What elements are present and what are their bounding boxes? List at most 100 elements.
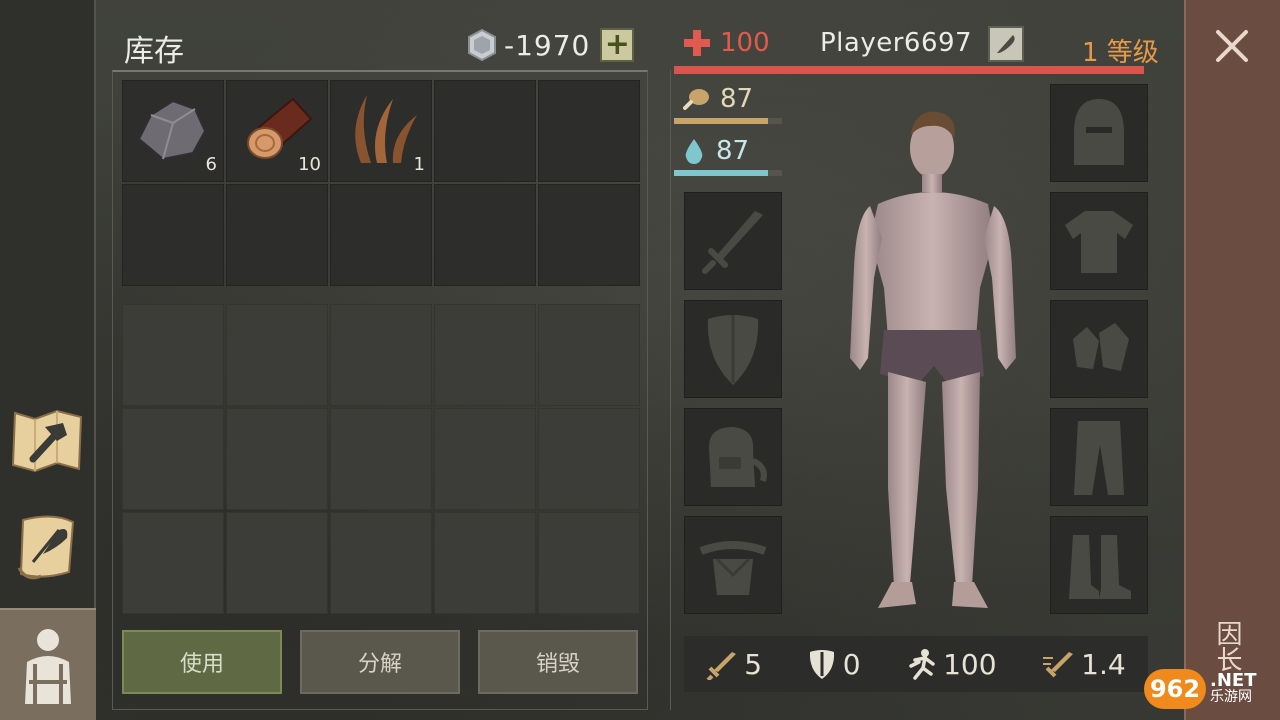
inventory-slot[interactable] <box>434 80 536 182</box>
silver-coin-icon <box>468 29 496 61</box>
helmet-slot[interactable] <box>1050 84 1148 182</box>
gloves-icon <box>1073 323 1129 371</box>
locked-slot <box>226 408 328 510</box>
quill-icon <box>997 35 1015 53</box>
stone-icon <box>137 99 207 161</box>
inventory-slot[interactable]: 1 <box>330 80 432 182</box>
locked-slot <box>434 512 536 614</box>
inventory-title: 库存 <box>124 34 184 69</box>
locked-slot <box>122 304 224 406</box>
health-value: 100 <box>720 28 770 58</box>
locked-slot <box>330 408 432 510</box>
locked-slot <box>226 512 328 614</box>
journal-tab[interactable] <box>8 508 88 588</box>
locked-slot <box>330 304 432 406</box>
helmet-icon <box>1074 99 1124 165</box>
belt-pouch-icon <box>699 541 767 595</box>
inventory-slot[interactable] <box>434 184 536 286</box>
watermark-suffix: .NET <box>1210 670 1257 691</box>
locked-slot <box>226 304 328 406</box>
inventory-grid-primary: 6 10 1 <box>122 80 640 286</box>
weapon-slot[interactable] <box>684 192 782 290</box>
combat-stats-bar: 5 0 100 1.4 <box>684 636 1148 692</box>
locked-slot <box>330 512 432 614</box>
decompose-button[interactable]: 分解 <box>300 630 460 694</box>
shirt-icon <box>1065 211 1133 273</box>
character-model <box>850 111 1016 608</box>
locked-slot <box>434 304 536 406</box>
defense-value: 0 <box>842 647 861 681</box>
sword-icon <box>702 211 763 274</box>
attack-speed-stat: 1.4 <box>1041 648 1126 681</box>
food-stat: 87 <box>682 84 753 114</box>
use-button[interactable]: 使用 <box>122 630 282 694</box>
food-bar <box>674 118 782 124</box>
attack-icon <box>706 652 737 680</box>
backpack-icon <box>709 427 767 487</box>
health-cross-icon <box>684 30 710 56</box>
watermark-text: .NET 乐游网 <box>1210 670 1257 706</box>
crafting-map-icon <box>11 409 83 473</box>
item-count: 6 <box>205 154 217 175</box>
currency-value: -1970 <box>504 28 591 62</box>
shield-slot[interactable] <box>684 300 782 398</box>
close-icon[interactable] <box>1212 26 1252 66</box>
pants-icon <box>1074 421 1124 495</box>
inventory-slot[interactable] <box>330 184 432 286</box>
character-tab[interactable] <box>0 608 96 720</box>
pants-slot[interactable] <box>1050 408 1148 506</box>
inventory-slot[interactable] <box>538 80 640 182</box>
water-bar <box>674 170 782 176</box>
edit-name-button[interactable] <box>988 26 1024 62</box>
locked-slot <box>538 512 640 614</box>
running-man-icon <box>909 649 935 680</box>
attack-speed-icon <box>1043 652 1074 678</box>
water-bar-fill <box>674 170 768 176</box>
gloves-slot[interactable] <box>1050 300 1148 398</box>
food-value: 87 <box>720 84 754 114</box>
boots-slot[interactable] <box>1050 516 1148 614</box>
inventory-grid-locked <box>122 304 640 614</box>
item-count: 1 <box>413 154 425 175</box>
boots-icon <box>1069 535 1131 599</box>
attack-speed-value: 1.4 <box>1081 647 1126 681</box>
inventory-slot[interactable]: 6 <box>122 80 224 182</box>
food-bar-fill <box>674 118 768 124</box>
locked-slot <box>122 512 224 614</box>
chest-slot[interactable] <box>1050 192 1148 290</box>
right-side-panel <box>1184 0 1280 720</box>
currency: -1970 + <box>466 28 635 62</box>
speed-stat: 100 <box>905 647 997 681</box>
water-drop-icon <box>685 139 703 164</box>
health-indicator: 100 <box>682 28 770 58</box>
health-bar <box>674 66 1144 74</box>
scroll-quill-icon <box>17 515 75 580</box>
inventory-slot[interactable] <box>122 184 224 286</box>
backpack-slot[interactable] <box>684 408 782 506</box>
character-backpack-icon <box>25 629 71 704</box>
locked-slot <box>434 408 536 510</box>
plant-fiber-icon <box>355 95 417 163</box>
speed-value: 100 <box>943 647 997 681</box>
pouch-slot[interactable] <box>684 516 782 614</box>
left-nav <box>0 0 96 720</box>
player-level: 1 等级 <box>1082 38 1159 68</box>
locked-slot <box>538 408 640 510</box>
inventory-slot[interactable]: 10 <box>226 80 328 182</box>
inventory-slot[interactable] <box>226 184 328 286</box>
water-stat: 87 <box>682 136 749 166</box>
defense-stat: 0 <box>807 648 861 681</box>
watermark-sub: 乐游网 <box>1210 689 1252 705</box>
destroy-button[interactable]: 销毁 <box>478 630 638 694</box>
player-name: Player6697 <box>820 28 973 58</box>
add-currency-button[interactable]: + <box>600 28 635 62</box>
locked-slot <box>538 304 640 406</box>
drumstick-icon <box>683 89 709 110</box>
item-count: 10 <box>298 154 321 175</box>
defense-shield-icon <box>809 650 834 679</box>
watermark: 962 .NET 乐游网 <box>1144 664 1274 714</box>
watermark-logo: 962 <box>1144 669 1206 709</box>
crafting-map-tab[interactable] <box>8 400 88 480</box>
inventory-slot[interactable] <box>538 184 640 286</box>
shield-icon <box>707 315 759 385</box>
